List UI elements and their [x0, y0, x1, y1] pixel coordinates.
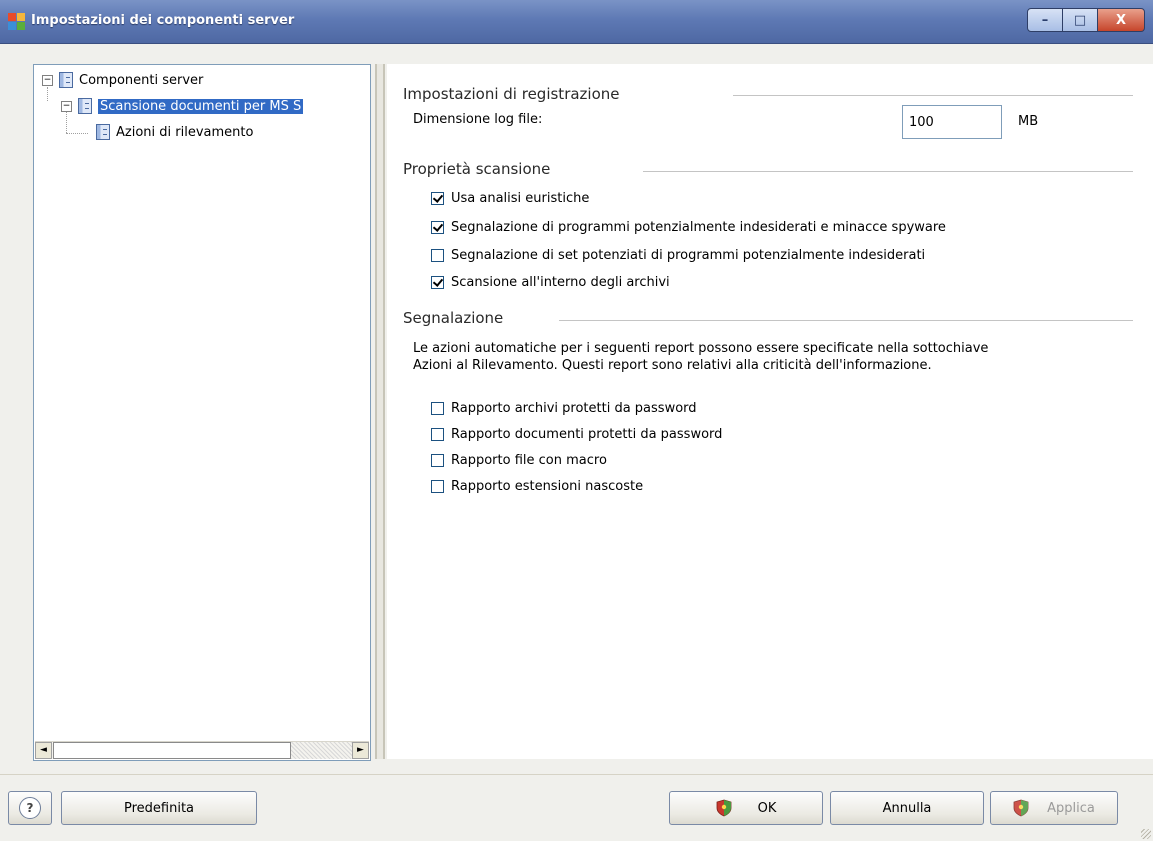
- scroll-left-button[interactable]: ◄: [35, 742, 52, 759]
- log-size-input[interactable]: [902, 105, 1002, 139]
- document-icon: [96, 124, 110, 140]
- checkbox-label: Rapporto file con macro: [451, 453, 607, 468]
- enhanced-pup-checkbox-row[interactable]: Segnalazione di set potenziati di progra…: [431, 248, 925, 263]
- reporting-description-line2: Azioni al Rilevamento. Questi report son…: [413, 358, 932, 373]
- tree-item-label: Componenti server: [79, 72, 204, 88]
- report-protected-archives-checkbox[interactable]: [431, 402, 444, 415]
- report-protected-documents-row[interactable]: Rapporto documenti protetti da password: [431, 427, 722, 442]
- scroll-thumb[interactable]: [53, 742, 291, 759]
- cancel-button[interactable]: Annulla: [830, 791, 984, 825]
- heuristics-checkbox-row[interactable]: Usa analisi euristiche: [431, 191, 589, 206]
- title-bar[interactable]: Impostazioni dei componenti server – □ X: [0, 0, 1153, 44]
- enhanced-pup-checkbox[interactable]: [431, 249, 444, 262]
- log-size-label: Dimensione log file:: [413, 112, 543, 127]
- panel-splitter[interactable]: [375, 64, 385, 759]
- section-divider: [559, 320, 1133, 321]
- pup-spyware-checkbox[interactable]: [431, 221, 444, 234]
- tree-item-label: Scansione documenti per MS S: [98, 98, 304, 114]
- collapse-icon[interactable]: −: [42, 74, 53, 86]
- window-title: Impostazioni dei componenti server: [31, 13, 295, 28]
- checkbox-label: Rapporto estensioni nascoste: [451, 479, 644, 494]
- apply-button[interactable]: Applica: [990, 791, 1118, 825]
- shield-icon: [716, 799, 732, 817]
- settings-panel: Impostazioni di registrazione Dimensione…: [387, 64, 1153, 759]
- tree-item-componenti-server[interactable]: − Componenti server: [42, 71, 203, 89]
- report-hidden-extensions-row[interactable]: Rapporto estensioni nascoste: [431, 479, 643, 494]
- section-title-registrazione: Impostazioni di registrazione: [403, 85, 620, 103]
- report-hidden-extensions-checkbox[interactable]: [431, 480, 444, 493]
- report-protected-documents-checkbox[interactable]: [431, 428, 444, 441]
- help-icon: ?: [19, 797, 41, 819]
- ok-button[interactable]: OK: [669, 791, 823, 825]
- help-button[interactable]: ?: [8, 791, 52, 825]
- default-button[interactable]: Predefinita: [61, 791, 257, 825]
- minimize-button[interactable]: –: [1027, 8, 1063, 32]
- section-title-scansione: Proprietà scansione: [403, 160, 551, 178]
- bottom-divider: [0, 774, 1153, 775]
- section-divider: [643, 171, 1133, 172]
- ok-label: OK: [757, 800, 777, 816]
- checkbox-label: Segnalazione di programmi potenzialmente…: [451, 220, 946, 235]
- tree-item-scansione-documenti[interactable]: − Scansione documenti per MS S: [61, 97, 304, 115]
- report-macro-files-row[interactable]: Rapporto file con macro: [431, 453, 607, 468]
- reporting-description-line1: Le azioni automatiche per i seguenti rep…: [413, 341, 989, 356]
- report-protected-archives-row[interactable]: Rapporto archivi protetti da password: [431, 401, 697, 416]
- document-icon: [59, 72, 73, 88]
- maximize-button[interactable]: □: [1063, 8, 1098, 32]
- archives-checkbox[interactable]: [431, 276, 444, 289]
- checkbox-label: Usa analisi euristiche: [451, 191, 590, 206]
- shield-icon: [1013, 799, 1029, 817]
- close-button[interactable]: X: [1098, 8, 1145, 32]
- checkbox-label: Segnalazione di set potenziati di progra…: [451, 248, 926, 263]
- report-macro-files-checkbox[interactable]: [431, 454, 444, 467]
- checkbox-label: Scansione all'interno degli archivi: [451, 275, 670, 290]
- collapse-icon[interactable]: −: [61, 100, 72, 112]
- section-title-segnalazione: Segnalazione: [403, 309, 504, 327]
- app-logo-icon: [8, 13, 26, 31]
- pup-spyware-checkbox-row[interactable]: Segnalazione di programmi potenzialmente…: [431, 220, 946, 235]
- log-size-unit: MB: [1018, 114, 1039, 129]
- horizontal-scrollbar[interactable]: ◄ ►: [35, 741, 369, 759]
- resize-grip[interactable]: [1141, 829, 1151, 839]
- scroll-right-button[interactable]: ►: [352, 742, 369, 759]
- scroll-track[interactable]: [291, 742, 352, 759]
- apply-label: Applica: [1047, 800, 1095, 816]
- archives-checkbox-row[interactable]: Scansione all'interno degli archivi: [431, 275, 670, 290]
- section-divider: [733, 95, 1133, 96]
- settings-tree[interactable]: − Componenti server − Scansione document…: [33, 64, 371, 761]
- tree-item-label: Azioni di rilevamento: [116, 124, 254, 140]
- document-icon: [78, 98, 92, 114]
- checkbox-label: Rapporto documenti protetti da password: [451, 427, 723, 442]
- heuristics-checkbox[interactable]: [431, 192, 444, 205]
- tree-item-azioni-rilevamento[interactable]: Azioni di rilevamento: [96, 123, 253, 141]
- checkbox-label: Rapporto archivi protetti da password: [451, 401, 697, 416]
